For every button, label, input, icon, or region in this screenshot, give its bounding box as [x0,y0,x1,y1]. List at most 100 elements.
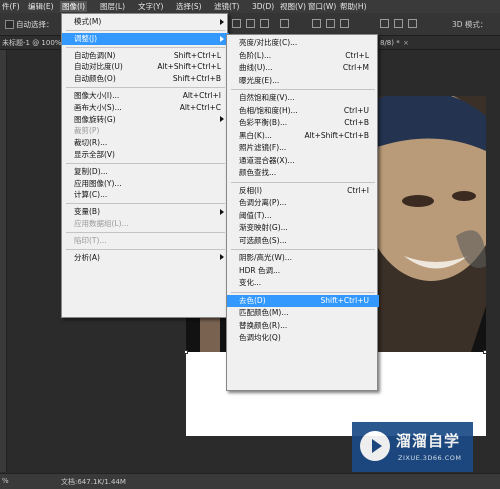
menu-item[interactable]: 反相(I) Ctrl+I [227,185,379,198]
menu-item-shortcut: Alt+Ctrl+C [179,102,221,112]
menu-item[interactable]: 模式(M) [62,16,229,28]
menu-item[interactable]: 复制(D)... [62,166,229,178]
watermark-name: 溜溜自学 [396,432,461,450]
menu-item-label: 图像旋转(G) [74,114,116,124]
menubar-item[interactable]: 滤镜(T) [212,1,241,12]
menu-item-label: 去色(D) [239,295,266,305]
menu-item-label: 反相(I) [239,185,263,195]
tab-untitled[interactable]: 未标题-1 @ 100% [2,37,61,49]
menu-separator [66,162,225,164]
align-center-icon[interactable] [246,19,255,28]
menu-item[interactable]: 色阶(L)... Ctrl+L [227,50,379,63]
menu-item[interactable]: 显示全部(V) [62,149,229,161]
menu-item[interactable]: 黑白(K)... Alt+Shift+Ctrl+B [227,130,379,143]
document-info[interactable]: 文档:647.1K/1.44M [61,477,126,487]
menubar-item[interactable]: 视图(V) [278,1,308,12]
auto-select-checkbox[interactable] [5,20,14,29]
menu-item[interactable]: 画布大小(S)... Alt+Ctrl+C [62,102,229,114]
menu-item-label: 色相/饱和度(H)... [239,105,298,115]
menu-item[interactable]: 色相/饱和度(H)... Ctrl+U [227,105,379,118]
distribute-top-icon[interactable] [280,19,289,28]
menu-item[interactable]: 分析(A) [62,252,229,264]
auto-align-icon[interactable] [408,19,417,28]
menu-item[interactable]: 通道混合器(X)... [227,155,379,168]
menu-item-shortcut: Ctrl+U [343,105,369,115]
menu-item[interactable]: 曝光度(E)... [227,75,379,88]
menu-item-label: 亮度/对比度(C)... [239,38,298,47]
transform-handle[interactable] [184,350,188,354]
menu-item-label: 调整(J) [74,33,98,43]
menu-item-label: 可选颜色(S)... [239,235,287,245]
menu-item[interactable]: 调整(J) [62,32,229,45]
menu-item[interactable]: 阴影/高光(W)... [227,252,379,265]
transform-handle[interactable] [483,350,487,354]
menu-separator [231,181,375,183]
menu-item[interactable]: HDR 色调... [227,265,379,278]
menu-separator [66,231,225,233]
adjustments-submenu: 亮度/对比度(C)... 色阶(L)... Ctrl+L 曲线(U)... Ctrl+M… [226,34,379,391]
menu-item[interactable]: 自然饱和度(V)... [227,92,379,105]
menu-item-label: 自动色调(N) [74,50,116,60]
distribute-left-icon[interactable] [340,19,349,28]
distribute-hcenter-icon[interactable] [380,19,389,28]
zoom-level[interactable]: % [2,477,9,485]
align-left-icon[interactable] [232,19,241,28]
align-right-icon[interactable] [260,19,269,28]
status-bar: % 文档:647.1K/1.44M [0,473,500,489]
distribute-right-icon[interactable] [394,19,403,28]
menu-item[interactable]: 去色(D) Shift+Ctrl+U [227,294,379,307]
menu-item-label: 自动颜色(O) [74,74,116,84]
menubar-item[interactable]: 编辑(E) [26,1,56,12]
menu-item[interactable]: 曲线(U)... Ctrl+M [227,62,379,75]
menubar-item[interactable]: 图像(I) [60,1,88,12]
menu-item[interactable]: 阈值(T)... [227,210,379,223]
menu-item[interactable]: 自动对比度(U) Alt+Shift+Ctrl+L [62,61,229,73]
menu-item[interactable]: 渐变映射(G)... [227,222,379,235]
tab-close-icon[interactable]: × [403,37,409,49]
menu-item-label: 分析(A) [74,252,100,262]
menu-item[interactable]: 色彩平衡(B)... Ctrl+B [227,117,379,130]
menu-item[interactable]: 照片滤镜(F)... [227,142,379,155]
menu-item[interactable]: 自动色调(N) Shift+Ctrl+L [62,50,229,62]
distribute-vcenter-icon[interactable] [312,19,321,28]
menubar-item[interactable]: 窗口(W) [306,1,338,12]
menu-item: 陷印(T)... [62,235,229,247]
menu-item-label: 色调均化(Q) [239,333,281,342]
menu-item[interactable]: 图像大小(I)... Alt+Ctrl+I [62,90,229,102]
watermark: 溜溜自学 ZIXUE.3D66.COM [352,422,473,472]
menubar-item[interactable]: 3D(D) [250,1,276,12]
menubar-item[interactable]: 选择(S) [174,1,204,12]
menu-item-label: 复制(D)... [74,166,108,176]
menu-item-label: 陷印(T)... [74,235,107,245]
menu-item-label: 曲线(U)... [239,63,273,72]
menu-item[interactable]: 亮度/对比度(C)... [227,37,379,50]
menu-item-label: 渐变映射(G)... [239,223,288,232]
menu-item[interactable]: 裁切(R)... [62,137,229,149]
menubar-item[interactable]: 件(F) [0,1,22,12]
menu-item-label: 裁剪(P) [74,126,100,136]
distribute-bottom-icon[interactable] [326,19,335,28]
menubar-item[interactable]: 文字(Y) [136,1,165,12]
tab-photo[interactable]: 8/8) * [380,37,400,49]
menu-item[interactable]: 替换颜色(R)... [227,320,379,333]
menu-item-label: 自然饱和度(V)... [239,93,295,102]
menu-item[interactable]: 图像旋转(G) [62,114,229,126]
menu-item[interactable]: 色调分离(P)... [227,197,379,210]
menu-item-label: 匹配颜色(M)... [239,308,289,317]
menubar-item[interactable]: 帮助(H) [338,1,369,12]
menu-item-shortcut: Shift+Ctrl+B [172,74,221,84]
menu-item[interactable]: 自动颜色(O) Shift+Ctrl+B [62,73,229,85]
menu-item[interactable]: 匹配颜色(M)... [227,307,379,320]
menu-item[interactable]: 应用图像(Y)... [62,178,229,190]
menu-item[interactable]: 颜色查找... [227,167,379,180]
menu-item-shortcut: Alt+Shift+Ctrl+L [157,62,221,72]
menu-item[interactable]: 变化... [227,277,379,290]
menu-separator [231,291,375,293]
menu-item[interactable]: 计算(C)... [62,189,229,201]
menu-item-label: 变化... [239,278,262,287]
menu-item[interactable]: 可选颜色(S)... [227,235,379,248]
menu-item[interactable]: 色调均化(Q) [227,332,379,345]
menubar-item[interactable]: 图层(L) [98,1,127,12]
menu-item[interactable]: 变量(B) [62,206,229,218]
submenu-arrow-icon [220,116,224,123]
